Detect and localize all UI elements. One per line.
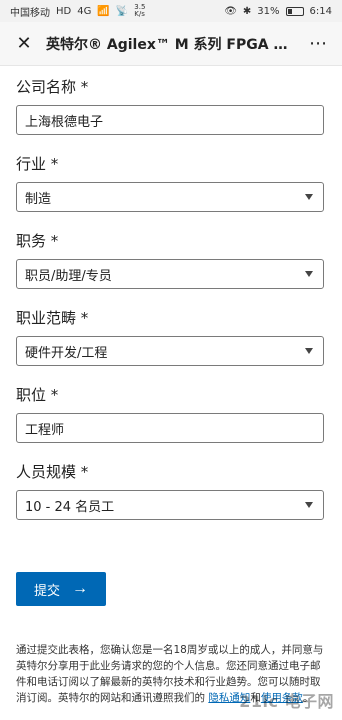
status-left: 中国移动 HD 4G 📶 📡 3.5 K/s (10, 4, 146, 19)
status-bar: 中国移动 HD 4G 📶 📡 3.5 K/s 👁 ✱ 31% 6:14 (0, 0, 342, 22)
position-input[interactable]: 工程师 (16, 413, 324, 443)
submit-button[interactable]: 提交 → (16, 572, 106, 606)
chevron-down-icon (305, 271, 313, 277)
company-size-value: 10 - 24 名员工 (25, 499, 115, 515)
company-label: 公司名称 * (16, 78, 89, 96)
time: 6:14 (309, 5, 332, 17)
battery-icon (285, 6, 304, 16)
arrow-right-icon: → (72, 580, 88, 597)
company-size-select[interactable]: 10 - 24 名员工 (16, 490, 324, 520)
hd-icon: HD (56, 5, 72, 17)
carrier-label: 中国移动 (10, 7, 50, 19)
job-title-field: 职务 * 职员/助理/专员 (16, 230, 326, 289)
net-icon: 4G (77, 5, 92, 17)
job-title-label: 职务 * (16, 232, 59, 250)
industry-select[interactable]: 制造 (16, 182, 324, 212)
position-field: 职位 * 工程师 (16, 384, 326, 443)
company-field: 公司名称 * 上海根德电子 (16, 76, 326, 135)
company-input[interactable]: 上海根德电子 (16, 105, 324, 135)
speed-bottom: K/s (134, 10, 145, 18)
industry-label: 行业 * (16, 155, 59, 173)
more-icon[interactable]: ⋯ (304, 30, 332, 58)
industry-field: 行业 * 制造 (16, 153, 326, 212)
company-size-field: 人员规模 * 10 - 24 名员工 (16, 461, 326, 520)
status-right: 👁 ✱ 31% 6:14 (224, 6, 332, 17)
signal-icon: 📶 (97, 5, 110, 17)
job-function-label: 职业范畴 * (16, 309, 89, 327)
position-label: 职位 * (16, 386, 59, 404)
job-function-field: 职业范畴 * 硬件开发/工程 (16, 307, 326, 366)
wifi-icon: 📡 (115, 5, 129, 17)
job-title-value: 职员/助理/专员 (25, 268, 112, 284)
job-title-select[interactable]: 职员/助理/专员 (16, 259, 324, 289)
battery-percent: 31% (257, 5, 280, 17)
industry-value: 制造 (25, 191, 52, 207)
form-content: 公司名称 * 上海根德电子 行业 * 制造 职务 * 职员/助理/专员 职业范畴… (0, 76, 342, 706)
chevron-down-icon (305, 348, 313, 354)
submit-label: 提交 (33, 582, 60, 598)
company-size-label: 人员规模 * (16, 463, 89, 481)
speed-indicator: 3.5 K/s (134, 4, 146, 18)
close-icon[interactable]: ✕ (10, 30, 38, 58)
job-function-value: 硬件开发/工程 (25, 345, 108, 361)
bluetooth-icon: ✱ (242, 5, 252, 17)
eye-icon: 👁 (224, 5, 237, 17)
chevron-down-icon (305, 502, 313, 508)
job-function-select[interactable]: 硬件开发/工程 (16, 336, 324, 366)
page-title: 英特尔® Agilex™ M 系列 FPGA 打… (46, 36, 302, 53)
watermark-logo: 21ic 电子网 (239, 692, 334, 711)
app-bar: ✕ 英特尔® Agilex™ M 系列 FPGA 打… ⋯ (0, 22, 342, 66)
chevron-down-icon (305, 194, 313, 200)
